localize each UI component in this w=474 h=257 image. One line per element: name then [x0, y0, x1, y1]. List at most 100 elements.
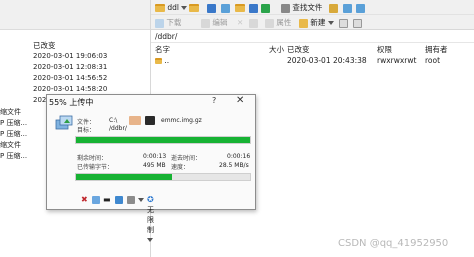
watermark: CSDN @qq_41952950	[338, 238, 449, 249]
file-modified: 2020-03-01 20:43:38	[287, 56, 367, 65]
nav-back-button[interactable]	[221, 2, 230, 13]
column-permissions[interactable]: 权限	[377, 44, 392, 56]
speed-label: 速度：	[171, 164, 190, 171]
local-file-row[interactable]: 2020-03-01 19:06:03	[0, 52, 150, 63]
chevron-down-icon	[138, 197, 144, 202]
open-folder-button[interactable]	[189, 2, 199, 13]
parent-dir-row[interactable]: ..	[155, 56, 169, 68]
time-left-value: 0:00:13	[143, 153, 167, 160]
filter-icon	[207, 3, 216, 13]
dir-dropdown-label: ddl	[167, 3, 179, 12]
local-file-type: P 压缩...	[0, 152, 28, 160]
background-icon	[92, 195, 100, 204]
expand-button[interactable]	[339, 17, 348, 28]
local-file-row[interactable]: 2020-03-01 12:08:31	[0, 63, 150, 74]
speed-limit-icon: ✪	[147, 195, 154, 204]
column-owner[interactable]: 拥有者	[425, 44, 448, 56]
target-path: /ddbr/	[109, 125, 127, 132]
download-label: 下载	[166, 18, 182, 27]
delete-icon: ✕	[237, 18, 244, 27]
speed-value: 28.5 MB/s	[219, 162, 249, 169]
file-source-prefix: C:\	[109, 117, 118, 124]
root-folder-icon	[235, 4, 245, 12]
local-column-header: 已改变	[0, 38, 150, 52]
rename-icon	[249, 18, 258, 28]
file-source-suffix: emmc.img.gz	[161, 117, 202, 124]
sync-icon	[329, 3, 338, 13]
sync-button[interactable]	[329, 2, 338, 13]
parent-folder-icon	[155, 58, 162, 64]
minus-icon	[353, 18, 362, 28]
queue-icon	[115, 195, 123, 204]
gear-icon	[127, 195, 135, 204]
close-button[interactable]: ✕	[236, 95, 244, 106]
redacted-region	[145, 116, 155, 125]
local-file-type: 缩文件	[0, 141, 21, 149]
transfer-options-button[interactable]	[127, 195, 135, 205]
move-to-background-button[interactable]	[92, 195, 100, 205]
back-arrow-icon	[221, 3, 230, 13]
help-button[interactable]: ?	[212, 96, 216, 105]
cancel-transfer-button[interactable]: ✖	[81, 195, 88, 205]
find-files-label: 查找文件	[292, 3, 323, 12]
time-left-label: 剩余时间：	[77, 155, 108, 162]
minimize-dialog-button[interactable]: ▬	[103, 195, 111, 205]
refresh-button[interactable]	[261, 2, 270, 13]
new-file-icon	[299, 18, 308, 28]
rename-button[interactable]	[249, 17, 258, 28]
delete-button[interactable]: ✕	[237, 17, 243, 28]
open-folder-icon	[189, 4, 199, 12]
properties-button[interactable]: 属性	[265, 17, 291, 28]
download-button[interactable]: 下载	[155, 17, 181, 28]
new-button[interactable]: 新建	[299, 17, 334, 28]
time-elapsed-value: 0:00:16	[227, 153, 251, 160]
chevron-down-icon	[327, 21, 334, 25]
local-file-type: P 压缩...	[0, 119, 28, 127]
right-arrow-icon	[356, 3, 365, 13]
bytes-transferred-label: 已传输字节：	[77, 164, 114, 171]
upload-progress-dialog: 55% 上传中 ? ✕ 文件： C:\ emmc.img.gz 目标： /ddb…	[46, 94, 256, 242]
edit-button[interactable]: 编辑	[201, 17, 227, 28]
target-label: 目标：	[77, 127, 96, 134]
search-icon	[281, 3, 290, 13]
options-dropdown[interactable]	[138, 195, 144, 205]
redacted-region	[129, 116, 141, 125]
edit-icon	[201, 18, 210, 28]
remote-toolbar-top: ddl 查找文件	[151, 0, 474, 15]
speed-limit-dropdown[interactable]: ✪ 无限制	[147, 195, 154, 245]
time-elapsed-label: 逝去时间：	[171, 155, 202, 162]
total-progress-fill	[76, 174, 172, 180]
home-button[interactable]	[249, 2, 258, 13]
local-file-modified: 2020-03-01 19:06:03	[33, 52, 108, 60]
file-progress-bar	[75, 136, 251, 144]
folder-icon	[155, 4, 165, 12]
properties-icon	[265, 18, 274, 28]
speed-limit-label: 无限制	[147, 206, 154, 234]
remote-path-bar[interactable]: /ddbr/	[151, 31, 474, 43]
local-column-modified[interactable]: 已改变	[33, 40, 56, 51]
home-icon	[249, 3, 258, 13]
edit-label: 编辑	[212, 18, 228, 27]
file-owner: root	[425, 56, 441, 65]
local-toolbar	[0, 0, 150, 30]
download-icon	[155, 18, 164, 28]
back-button[interactable]	[343, 2, 352, 13]
collapse-button[interactable]	[353, 17, 362, 28]
remote-toolbar-actions: 下载 编辑 ✕ 属性 新建	[151, 15, 474, 30]
remote-path: /ddbr/	[155, 32, 178, 41]
column-size[interactable]: 大小	[269, 44, 284, 56]
find-files-button[interactable]: 查找文件	[281, 2, 322, 13]
local-file-row[interactable]: 2020-03-01 14:56:52	[0, 74, 150, 85]
dir-dropdown[interactable]: ddl	[155, 2, 188, 13]
column-modified[interactable]: 已改变	[287, 44, 310, 56]
local-file-type: P 压缩...	[0, 130, 28, 138]
queue-button[interactable]	[115, 195, 123, 205]
upload-transfer-icon	[55, 115, 73, 130]
filter-button[interactable]	[207, 2, 216, 13]
column-name[interactable]: 名字	[155, 44, 170, 56]
root-folder-button[interactable]	[235, 2, 245, 13]
chevron-down-icon	[181, 6, 188, 10]
new-label: 新建	[310, 18, 326, 27]
refresh-icon	[261, 3, 270, 13]
forward-button[interactable]	[356, 2, 365, 13]
